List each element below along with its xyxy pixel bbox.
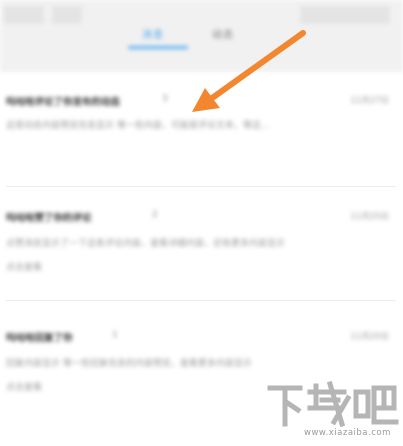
divider xyxy=(6,300,396,301)
message-link[interactable]: 点击查看 xyxy=(6,260,42,273)
watermark-logo xyxy=(267,380,399,428)
tab-bar: 消息 动态 xyxy=(0,18,403,58)
message-badge: 3 xyxy=(162,94,168,104)
message-title: 吗咕哈评论了你发布的动态 xyxy=(6,97,121,108)
message-preview: 回复内容显示 等一些回复信息的内容预览，查看更多内容显示 xyxy=(6,359,252,369)
message-title: 吗咕哈回复了你 xyxy=(6,333,73,344)
tab-activity[interactable]: 动态 xyxy=(212,26,234,41)
arrow-head xyxy=(192,88,220,112)
message-badge: 2 xyxy=(152,210,158,220)
message-preview: 这是动态内容预览信息显示 等一些内容，可能是评论文本，等这... xyxy=(6,121,270,131)
message-preview: 点赞消息显示了一下这条评论内容，查看详细内容，还有更多内容显示 xyxy=(6,239,286,249)
divider xyxy=(6,186,396,187)
watermark: www.xiazaiba.com xyxy=(264,378,400,444)
watermark-url: www.xiazaiba.com xyxy=(304,428,391,438)
message-badge: 1 xyxy=(112,330,118,340)
message-time: 11月27日 xyxy=(350,96,389,106)
tab-messages[interactable]: 消息 xyxy=(142,26,164,41)
message-time: 11月20日 xyxy=(350,332,389,342)
active-tab-indicator xyxy=(128,46,188,49)
message-time: 11月25日 xyxy=(350,212,389,222)
message-link[interactable]: 点击查看 xyxy=(6,380,42,393)
message-title: 吗咕哈赞了你的评论 xyxy=(6,213,92,224)
